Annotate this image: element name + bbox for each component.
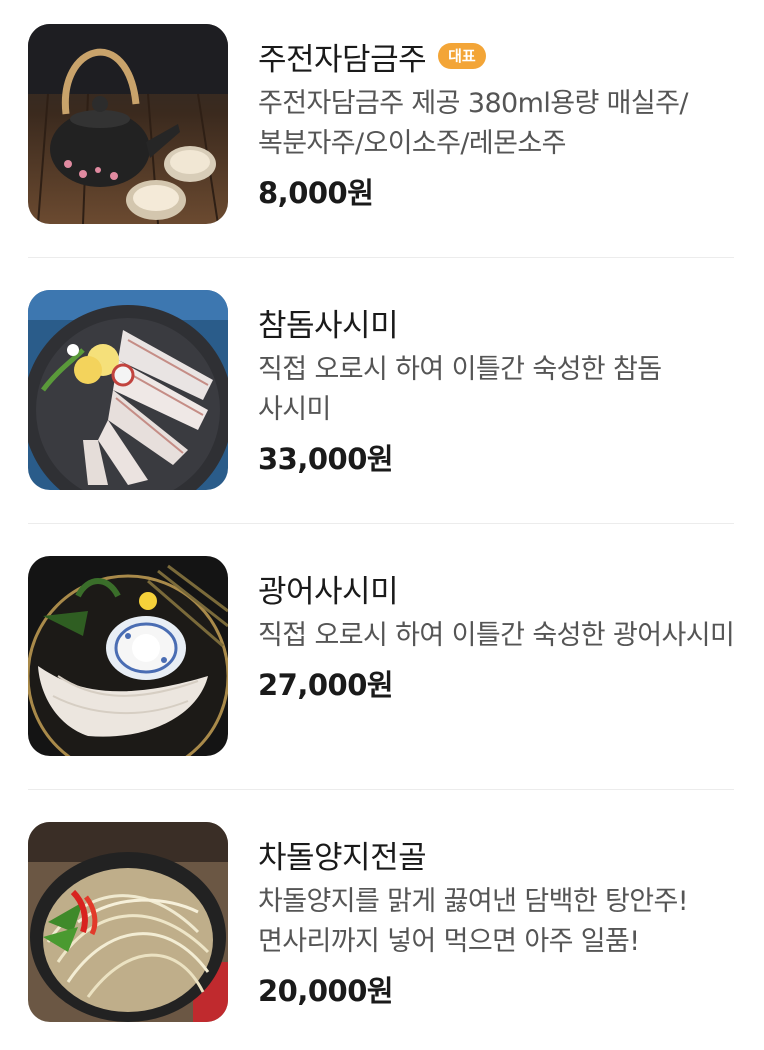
menu-item-name: 광어사시미	[258, 573, 399, 610]
menu-item-photo[interactable]	[28, 822, 228, 1022]
menu-item-header: 주전자담금주 대표	[258, 32, 738, 80]
menu-item-price: 27,000원	[258, 668, 394, 702]
menu-item-name: 주전자담금주	[258, 41, 427, 78]
menu-item-header: 참돔사시미	[258, 298, 738, 346]
menu-item-price: 33,000원	[258, 442, 394, 476]
menu-item[interactable]: 광어사시미 직접 오로시 하여 이틀간 숙성한 광어사시미 27,000원	[0, 532, 764, 798]
menu-item-info: 차돌양지전골 차돌양지를 맑게 끓여낸 담백한 탕안주! 면사리까지 넣어 먹으…	[258, 830, 738, 1010]
menu-item-photo[interactable]	[28, 556, 228, 756]
menu-item[interactable]: 주전자담금주 대표 주전자담금주 제공 380ml용량 매실주/복분자주/오이소…	[0, 0, 764, 266]
teapot-liquor-photo	[28, 24, 228, 224]
menu-item-description: 주전자담금주 제공 380ml용량 매실주/복분자주/오이소주/레몬소주	[258, 88, 689, 159]
flatfish-sashimi-photo	[28, 556, 228, 756]
menu-item-name: 참돔사시미	[258, 307, 399, 344]
menu-item-photo[interactable]	[28, 24, 228, 224]
divider	[28, 789, 734, 790]
menu-item-info: 광어사시미 직접 오로시 하여 이틀간 숙성한 광어사시미 27,000원	[258, 564, 738, 704]
menu-item-info: 참돔사시미 직접 오로시 하여 이틀간 숙성한 참돔 사시미 33,000원	[258, 298, 738, 478]
menu-item-name: 차돌양지전골	[258, 839, 427, 876]
menu-item[interactable]: 차돌양지전골 차돌양지를 맑게 끓여낸 담백한 탕안주! 면사리까지 넣어 먹으…	[0, 798, 764, 1050]
menu-item-description: 차돌양지를 맑게 끓여낸 담백한 탕안주! 면사리까지 넣어 먹으면 아주 일품…	[258, 886, 689, 957]
menu-item-info: 주전자담금주 대표 주전자담금주 제공 380ml용량 매실주/복분자주/오이소…	[258, 32, 738, 212]
menu-item-header: 차돌양지전골	[258, 830, 738, 878]
divider	[28, 523, 734, 524]
menu-item-price: 8,000원	[258, 176, 374, 210]
beef-brisket-hotpot-photo	[28, 822, 228, 1022]
red-snapper-sashimi-photo	[28, 290, 228, 490]
menu-item-description: 직접 오로시 하여 이틀간 숙성한 광어사시미	[258, 620, 735, 651]
menu-item[interactable]: 참돔사시미 직접 오로시 하여 이틀간 숙성한 참돔 사시미 33,000원	[0, 266, 764, 532]
menu-item-description: 직접 오로시 하여 이틀간 숙성한 참돔 사시미	[258, 354, 662, 425]
menu-item-header: 광어사시미	[258, 564, 738, 612]
divider	[28, 257, 734, 258]
menu-list: 주전자담금주 대표 주전자담금주 제공 380ml용량 매실주/복분자주/오이소…	[0, 0, 764, 1050]
menu-item-photo[interactable]	[28, 290, 228, 490]
representative-badge: 대표	[438, 42, 486, 70]
menu-item-price: 20,000원	[258, 974, 394, 1008]
